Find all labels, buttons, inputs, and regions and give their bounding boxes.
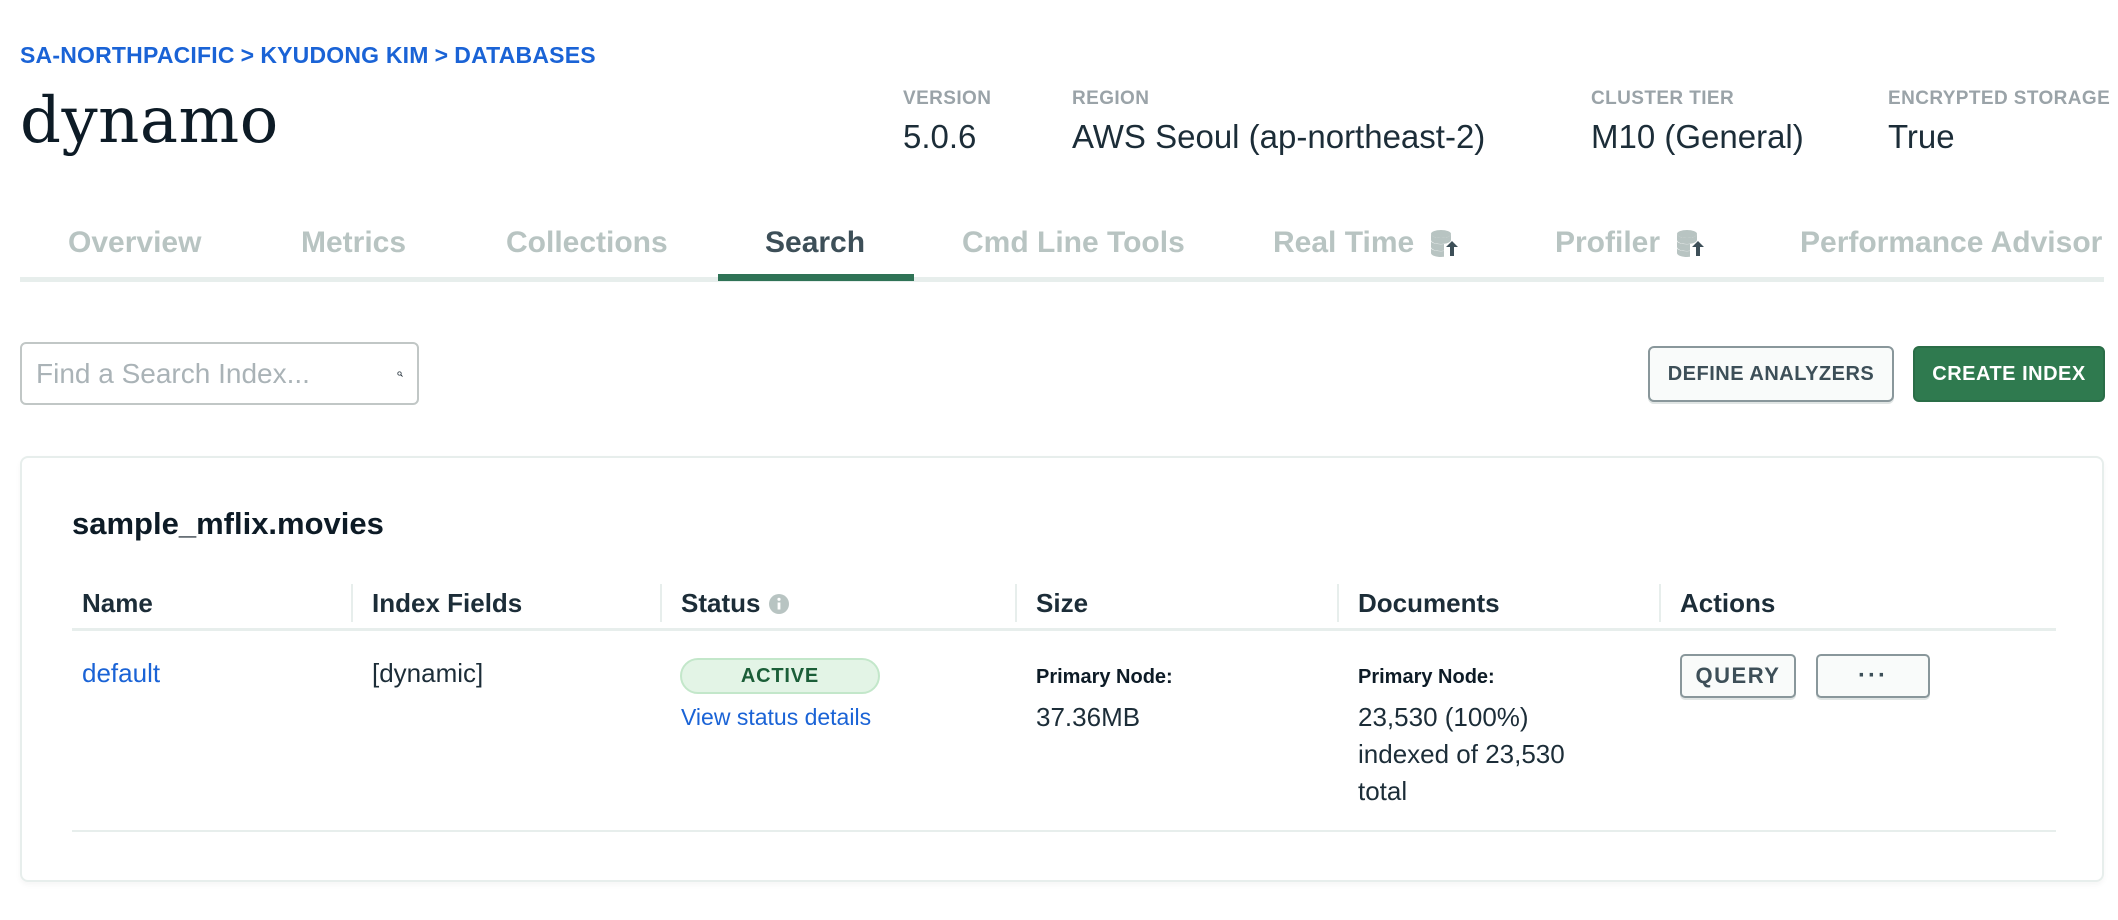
region-value: AWS Seoul (ap-northeast-2): [1072, 118, 1486, 155]
search-icon[interactable]: [397, 359, 403, 389]
size-value: 37.36MB: [1036, 702, 1141, 732]
column-header-name: Name: [82, 588, 153, 618]
column-header-index-fields: Index Fields: [372, 588, 523, 618]
tab-label: Real Time: [1273, 226, 1415, 259]
tab-label: Metrics: [301, 226, 407, 259]
tab-overview[interactable]: Overview: [68, 226, 201, 260]
index-name-link[interactable]: default: [82, 658, 160, 689]
tab-label: Collections: [506, 226, 668, 259]
database-upgrade-icon: [1677, 230, 1705, 257]
tab-profiler[interactable]: Profiler: [1555, 226, 1706, 260]
table-header-rule: [72, 628, 2056, 631]
version-value: 5.0.6: [903, 118, 977, 155]
size-primary-node-label: Primary Node:: [1036, 666, 1173, 688]
breadcrumb-project-link[interactable]: KYUDONG KIM: [260, 42, 428, 68]
region-meta: REGION AWS Seoul (ap-northeast-2): [1072, 88, 1485, 156]
column-separator: [1337, 584, 1339, 622]
tab-label: Overview: [68, 226, 202, 259]
region-label: REGION: [1072, 88, 1150, 109]
database-upgrade-icon: [1431, 230, 1459, 257]
breadcrumb: SA-NORTHPACIFIC > KYUDONG KIM > DATABASES: [20, 42, 596, 69]
tab-real-time[interactable]: Real Time: [1273, 226, 1460, 260]
cluster-tier-meta: CLUSTER TIER M10 (General): [1591, 88, 1804, 156]
tab-label: Search: [765, 226, 866, 259]
tab-collections[interactable]: Collections: [506, 226, 668, 260]
info-icon[interactable]: [768, 593, 790, 615]
version-meta: VERSION 5.0.6: [903, 88, 991, 156]
cluster-tier-value: M10 (General): [1591, 118, 1804, 155]
tab-label: Performance Advisor: [1800, 226, 2103, 259]
more-actions-button[interactable]: ···: [1816, 654, 1930, 698]
breadcrumb-org-link[interactable]: SA-NORTHPACIFIC: [20, 42, 235, 68]
tab-metrics[interactable]: Metrics: [301, 226, 406, 260]
index-card: sample_mflix.movies Name Index Fields St…: [20, 456, 2104, 882]
version-label: VERSION: [903, 88, 992, 109]
cluster-tier-label: CLUSTER TIER: [1591, 88, 1735, 109]
column-separator: [1659, 584, 1661, 622]
table-row-rule: [72, 830, 2056, 832]
column-header-actions: Actions: [1680, 588, 1776, 618]
tab-label: Cmd Line Tools: [962, 226, 1185, 259]
cluster-tabs: Overview Metrics Collections Search Cmd …: [20, 212, 2104, 282]
page-title: dynamo: [20, 84, 279, 158]
tab-label: Profiler: [1555, 226, 1661, 259]
tab-search[interactable]: Search: [765, 226, 865, 260]
tab-cmd-line-tools[interactable]: Cmd Line Tools: [962, 226, 1185, 260]
encrypted-storage-label: ENCRYPTED STORAGE: [1888, 88, 2111, 109]
column-separator: [1015, 584, 1017, 622]
view-status-details-link[interactable]: View status details: [681, 704, 871, 731]
breadcrumb-databases-link[interactable]: DATABASES: [454, 42, 596, 68]
search-index-input[interactable]: [36, 357, 397, 390]
documents-primary-node-label: Primary Node:: [1358, 666, 1495, 688]
documents-count: 23,530 (100%): [1358, 702, 1529, 732]
breadcrumb-separator: >: [240, 42, 255, 68]
column-header-documents: Documents: [1358, 588, 1500, 618]
collection-namespace: sample_mflix.movies: [72, 506, 384, 541]
tab-performance-advisor[interactable]: Performance Advisor: [1800, 226, 2102, 260]
encrypted-storage-meta: ENCRYPTED STORAGE True: [1888, 88, 2110, 156]
documents-indexed-of: indexed of 23,530: [1358, 739, 1565, 769]
status-badge: ACTIVE: [680, 658, 880, 694]
active-tab-indicator: [718, 274, 914, 281]
create-index-button[interactable]: CREATE INDEX: [1913, 346, 2105, 402]
documents-total: total: [1358, 776, 1408, 806]
breadcrumb-separator: >: [434, 42, 449, 68]
search-index-box: [20, 342, 419, 405]
encrypted-storage-value: True: [1888, 118, 1955, 155]
column-header-size: Size: [1036, 588, 1089, 618]
column-separator: [351, 584, 353, 622]
define-analyzers-button[interactable]: DEFINE ANALYZERS: [1648, 346, 1894, 402]
index-fields-value: [dynamic]: [372, 658, 484, 688]
column-separator: [660, 584, 662, 622]
query-button[interactable]: QUERY: [1680, 654, 1796, 698]
column-header-status: Status: [681, 588, 790, 619]
column-header-status-label: Status: [681, 588, 761, 618]
